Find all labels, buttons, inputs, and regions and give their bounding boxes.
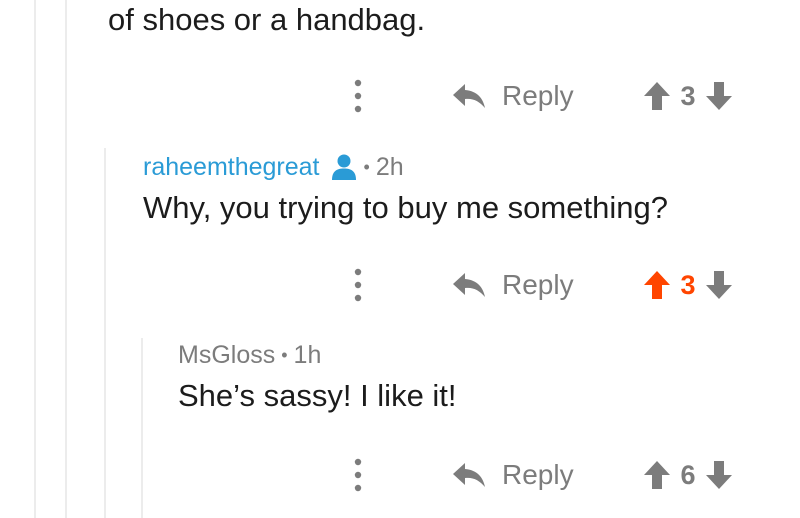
comment-body: She’s sassy! I like it!: [178, 378, 457, 413]
meta-separator: •: [281, 345, 288, 365]
comment-body: Why, you trying to buy me something?: [143, 190, 668, 225]
reply-button[interactable]: Reply: [452, 265, 574, 305]
upvote-arrow-icon[interactable]: [643, 270, 671, 300]
comment-time: 1h: [293, 341, 322, 369]
vote-control: 3: [643, 265, 733, 305]
more-vertical-icon[interactable]: [350, 457, 366, 493]
comment-meta: raheemthegreat • 2h: [143, 152, 404, 182]
comment-meta: MsGloss • 1h: [178, 340, 321, 370]
comment-body: of shoes or a handbag.: [108, 2, 426, 37]
vote-control: 6: [643, 455, 733, 495]
reply-label: Reply: [502, 459, 574, 490]
reply-label: Reply: [502, 269, 574, 300]
reply-arrow-icon: [452, 272, 486, 298]
reply-arrow-icon: [452, 83, 486, 109]
meta-separator: •: [363, 157, 370, 177]
vote-score: 6: [680, 459, 696, 490]
comment-actions: Reply 3: [0, 76, 800, 116]
username-link[interactable]: raheemthegreat: [143, 152, 320, 182]
more-vertical-icon[interactable]: [350, 267, 366, 303]
comment-actions: Reply 6: [0, 455, 800, 495]
reply-label: Reply: [502, 80, 574, 111]
vote-score: 3: [680, 80, 696, 111]
comment-thread: of shoes or a handbag. Reply 3 raheemthe…: [0, 0, 800, 518]
username-link[interactable]: MsGloss: [178, 340, 275, 370]
reply-button[interactable]: Reply: [452, 76, 574, 116]
vote-score: 3: [680, 269, 696, 300]
downvote-arrow-icon[interactable]: [705, 81, 733, 111]
reply-arrow-icon: [452, 462, 486, 488]
downvote-arrow-icon[interactable]: [705, 460, 733, 490]
upvote-arrow-icon[interactable]: [643, 460, 671, 490]
comment-actions: Reply 3: [0, 265, 800, 305]
reply-button[interactable]: Reply: [452, 455, 574, 495]
more-vertical-icon[interactable]: [350, 78, 366, 114]
upvote-arrow-icon[interactable]: [643, 81, 671, 111]
downvote-arrow-icon[interactable]: [705, 270, 733, 300]
vote-control: 3: [643, 76, 733, 116]
comment-time: 2h: [375, 153, 404, 181]
user-icon: [330, 153, 358, 181]
